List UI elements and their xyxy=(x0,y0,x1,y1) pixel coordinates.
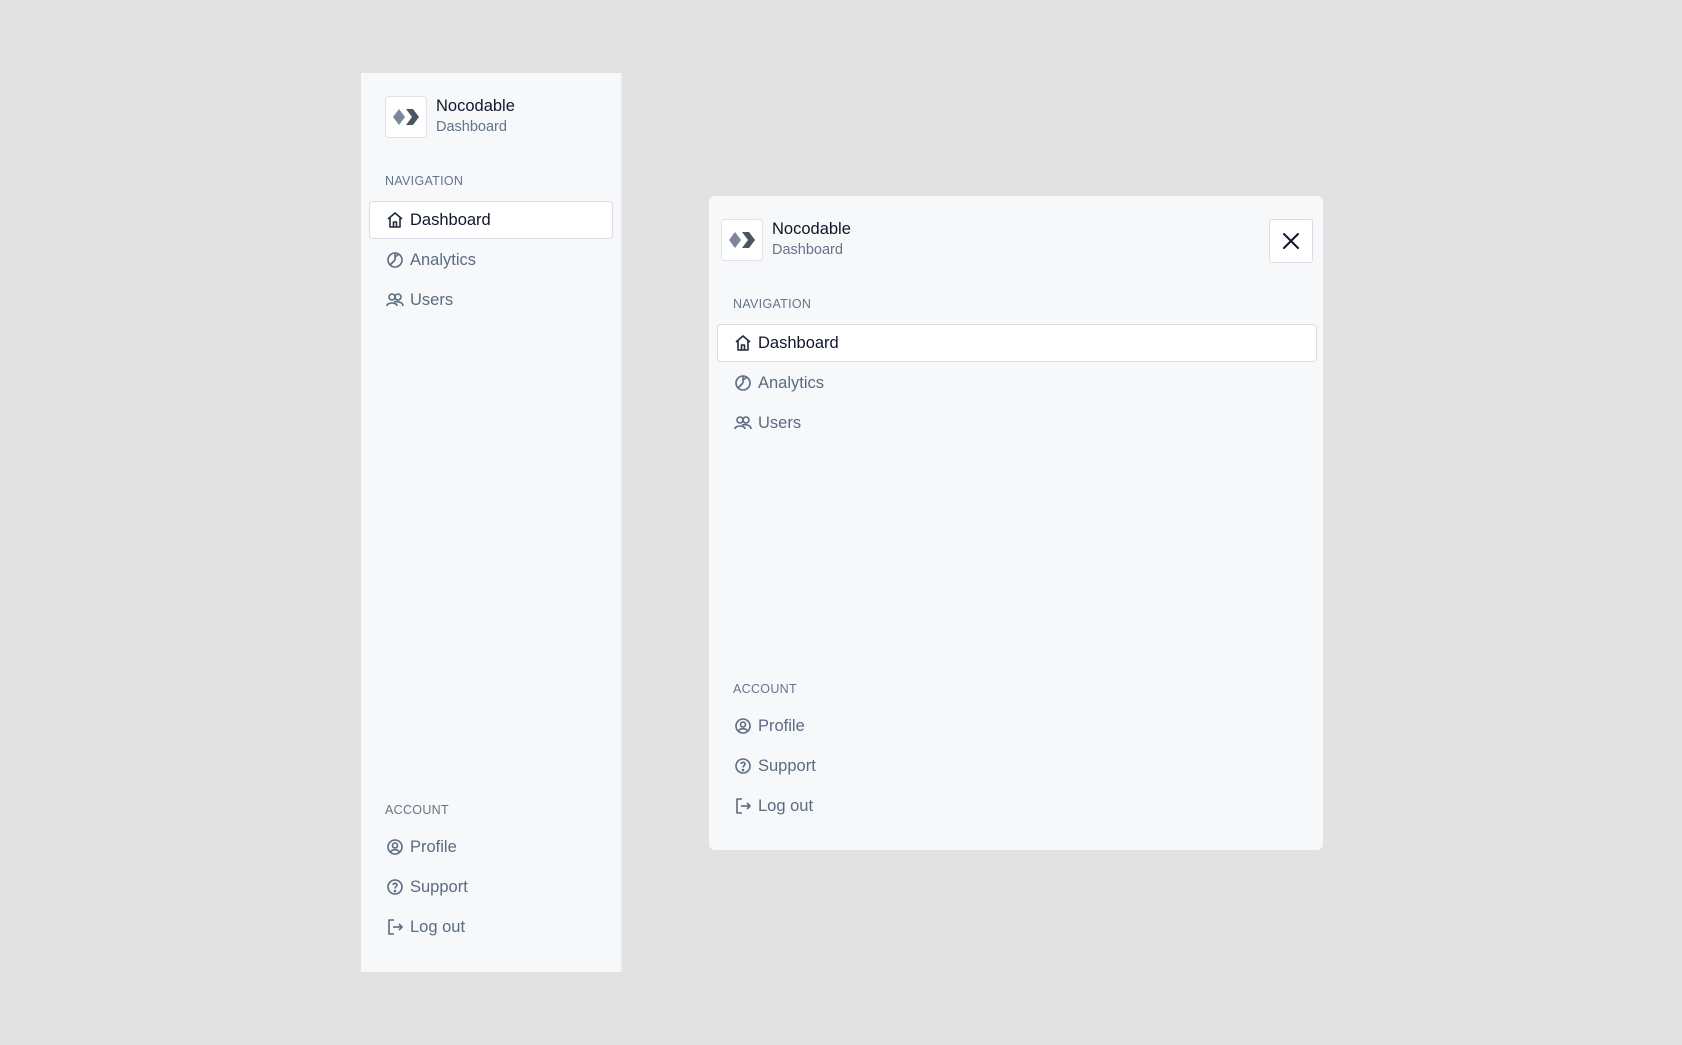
home-icon xyxy=(733,333,753,353)
user-circle-icon xyxy=(385,837,405,857)
sidebar-item-label: Support xyxy=(410,877,468,896)
logout-icon xyxy=(385,917,405,937)
logout-icon xyxy=(733,796,753,816)
drawer-item-label: Analytics xyxy=(758,373,825,392)
users-icon xyxy=(385,290,405,310)
sidebar-item-profile[interactable]: Profile xyxy=(369,828,613,866)
drawer-item-label: Log out xyxy=(758,796,814,815)
sidebar-item-users[interactable]: Users xyxy=(369,281,613,319)
close-button[interactable] xyxy=(1269,219,1313,263)
drawer-item-label: Dashboard xyxy=(758,333,839,352)
brand-subtitle: Dashboard xyxy=(772,242,843,259)
sidebar-item-analytics[interactable]: Analytics xyxy=(369,241,613,279)
drawer-item-dashboard[interactable]: Dashboard xyxy=(717,324,1317,362)
sidebar-item-logout[interactable]: Log out xyxy=(369,908,613,946)
drawer-item-label: Support xyxy=(758,756,816,775)
brand[interactable]: Nocodable Dashboard xyxy=(721,219,851,261)
logo-icon xyxy=(721,219,763,261)
drawer-item-label: Users xyxy=(758,413,802,432)
user-circle-icon xyxy=(733,716,753,736)
desktop-sidebar: Nocodable Dashboard NAVIGATION Dashboard… xyxy=(361,73,623,972)
sidebar-item-label: Users xyxy=(410,290,454,309)
sidebar-item-label: Analytics xyxy=(410,250,477,269)
navigation-section-label: NAVIGATION xyxy=(385,174,464,188)
account-section-label: ACCOUNT xyxy=(733,682,797,696)
drawer-item-support[interactable]: Support xyxy=(717,747,1317,785)
mobile-drawer: Nocodable Dashboard NAVIGATION Dashboard… xyxy=(709,196,1323,850)
sidebar-item-support[interactable]: Support xyxy=(369,868,613,906)
users-icon xyxy=(733,413,753,433)
sidebar-item-label: Profile xyxy=(410,837,457,856)
drawer-item-analytics[interactable]: Analytics xyxy=(717,364,1317,402)
brand-subtitle: Dashboard xyxy=(436,119,507,136)
home-icon xyxy=(385,210,405,230)
sidebar-item-label: Dashboard xyxy=(410,210,491,229)
drawer-item-logout[interactable]: Log out xyxy=(717,787,1317,825)
pie-chart-icon xyxy=(385,250,405,270)
brand-name: Nocodable xyxy=(436,97,515,116)
close-icon xyxy=(1281,231,1301,251)
account-section-label: ACCOUNT xyxy=(385,803,449,817)
logo-icon xyxy=(385,96,427,138)
sidebar-item-dashboard[interactable]: Dashboard xyxy=(369,201,613,239)
drawer-item-profile[interactable]: Profile xyxy=(717,707,1317,745)
help-circle-icon xyxy=(733,756,753,776)
pie-chart-icon xyxy=(733,373,753,393)
navigation-section-label: NAVIGATION xyxy=(733,297,812,311)
brand-name: Nocodable xyxy=(772,220,851,239)
sidebar-item-label: Log out xyxy=(410,917,466,936)
drawer-item-label: Profile xyxy=(758,716,805,735)
drawer-item-users[interactable]: Users xyxy=(717,404,1317,442)
brand[interactable]: Nocodable Dashboard xyxy=(385,96,515,138)
help-circle-icon xyxy=(385,877,405,897)
